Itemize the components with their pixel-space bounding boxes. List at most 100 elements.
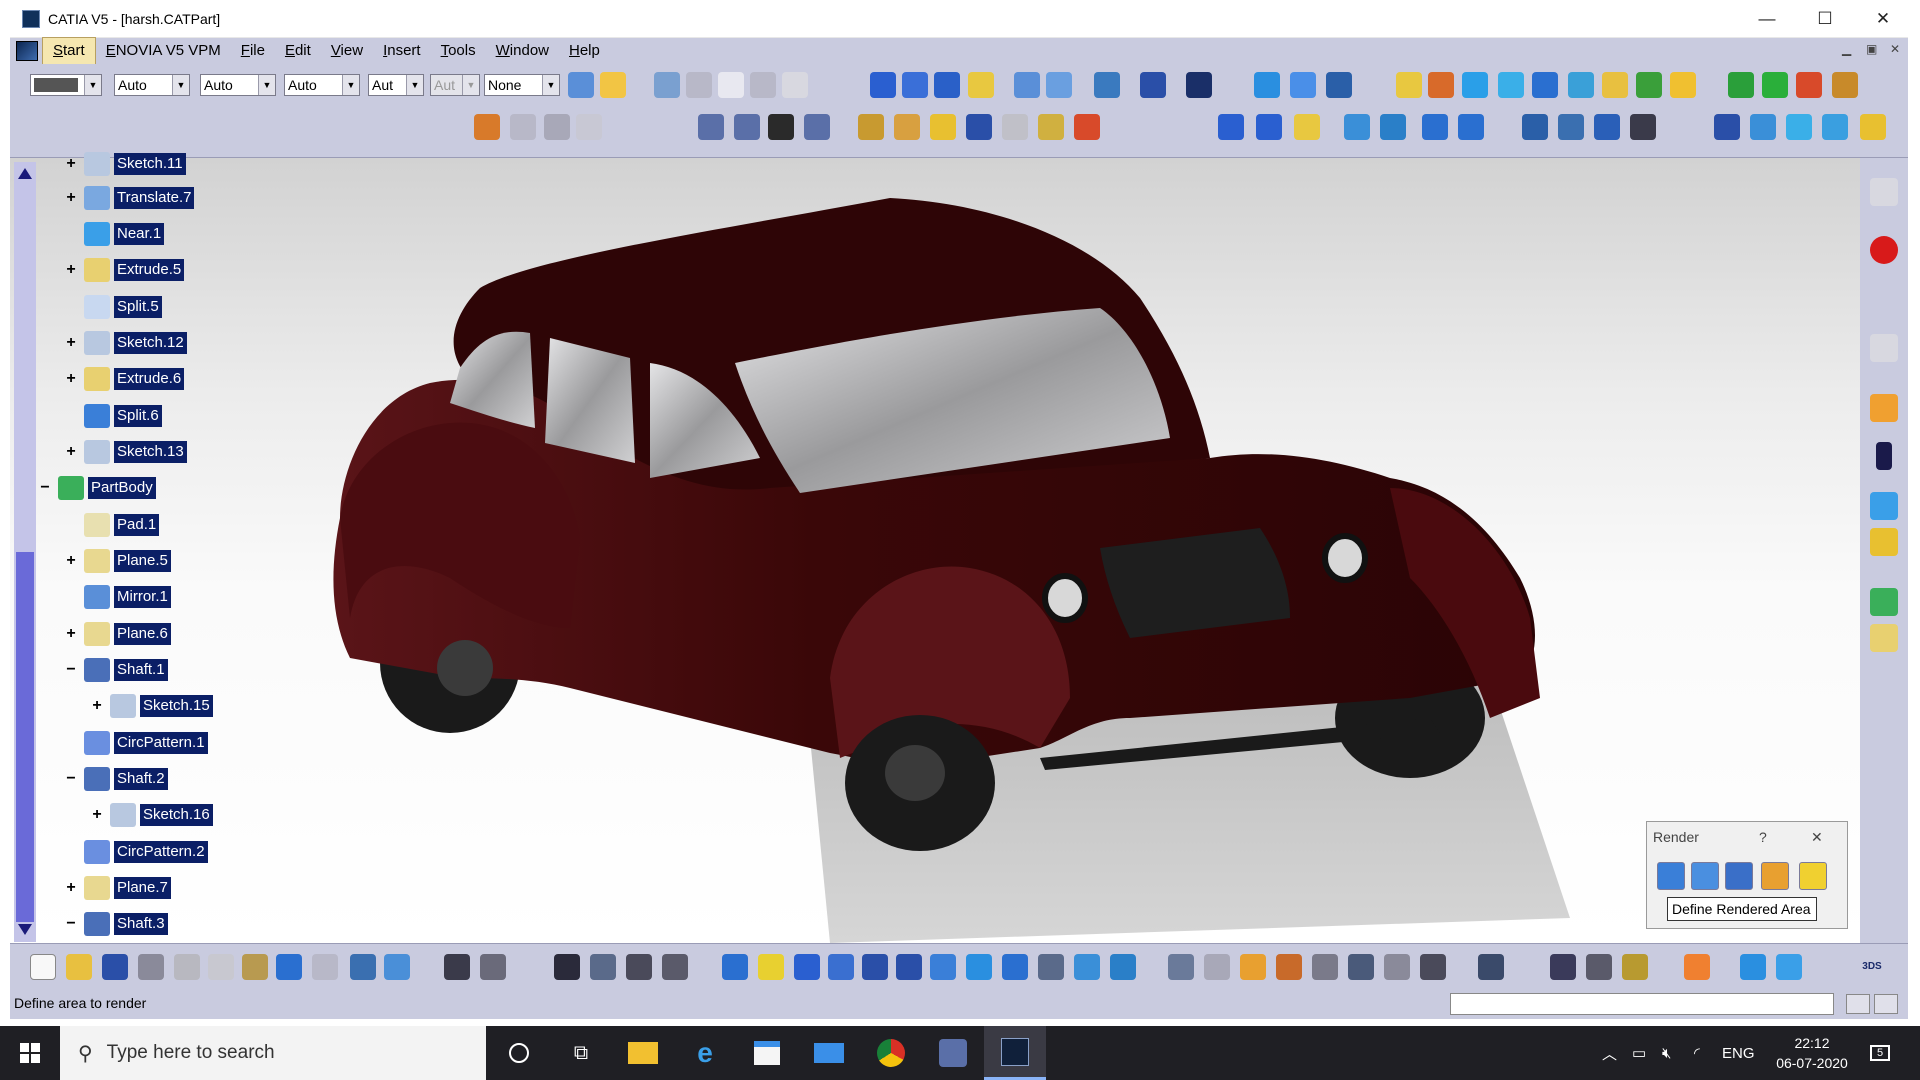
print-icon[interactable] — [138, 954, 164, 980]
revolve-icon[interactable] — [1046, 72, 1072, 98]
close-icon[interactable]: ✕ — [1811, 829, 1823, 846]
tree-node[interactable]: CircPattern.1 — [64, 729, 208, 757]
color-combo[interactable]: ▼ — [30, 74, 102, 96]
close-button[interactable]: ✕ — [1854, 0, 1912, 38]
tree-node[interactable]: + Sketch.15 — [90, 692, 213, 720]
volume-muted-icon[interactable]: 🔇︎ — [1662, 1026, 1671, 1080]
sketcher-icon[interactable] — [1870, 178, 1898, 206]
scan-icon[interactable] — [782, 72, 808, 98]
tree-node[interactable]: CircPattern.2 — [64, 838, 208, 866]
analysis-icon[interactable] — [718, 72, 744, 98]
edge-icon[interactable]: e — [674, 1026, 736, 1080]
expander-icon[interactable]: + — [64, 190, 78, 206]
linetype-combo[interactable]: Auto ▼ — [284, 74, 360, 96]
ruler-icon[interactable] — [1550, 954, 1576, 980]
exit-workbench-icon[interactable] — [1870, 236, 1898, 264]
text-replace-icon[interactable] — [734, 114, 760, 140]
measure-between-icon[interactable] — [1478, 954, 1504, 980]
tree-node[interactable]: + Extrude.5 — [64, 256, 185, 284]
cut-icon[interactable] — [174, 954, 200, 980]
undo-icon[interactable] — [276, 954, 302, 980]
expander-icon[interactable]: + — [64, 626, 78, 642]
material-icon[interactable] — [1276, 954, 1302, 980]
shooting-icon[interactable] — [1786, 114, 1812, 140]
redo-icon[interactable] — [312, 954, 338, 980]
rotate-view-icon[interactable] — [828, 954, 854, 980]
menu-start[interactable]: Start — [42, 37, 96, 65]
define-rendered-area-icon[interactable] — [1725, 862, 1753, 890]
whats-this-icon[interactable] — [350, 954, 376, 980]
scroll-up-icon[interactable] — [18, 168, 32, 179]
tree-node[interactable]: + Sketch.13 — [64, 438, 187, 466]
task-view-icon[interactable]: ⧉ — [550, 1026, 612, 1080]
mail-icon[interactable] — [798, 1026, 860, 1080]
store-icon[interactable] — [736, 1026, 798, 1080]
expander-icon[interactable]: + — [64, 880, 78, 896]
tree-node[interactable]: + Sketch.11 — [64, 150, 186, 178]
bottle-icon[interactable] — [1622, 954, 1648, 980]
tree-node[interactable]: + Plane.7 — [64, 874, 171, 902]
fillet-icon[interactable] — [1532, 72, 1558, 98]
minimize-button[interactable]: — — [1738, 0, 1796, 38]
line-create-icon[interactable] — [1256, 114, 1282, 140]
tree-node[interactable]: + Translate.7 — [64, 184, 195, 212]
box-icon[interactable] — [858, 114, 884, 140]
offset-icon[interactable] — [1602, 72, 1628, 98]
expander-icon[interactable] — [64, 300, 78, 314]
chevron-right-icon[interactable] — [1876, 442, 1892, 470]
text-abc-icon[interactable] — [804, 114, 830, 140]
power-input-field[interactable] — [1450, 993, 1834, 1015]
tree-node[interactable]: + Sketch.12 — [64, 329, 187, 357]
language-indicator[interactable]: ENG — [1722, 1026, 1755, 1080]
inertia-icon[interactable] — [750, 72, 776, 98]
multi-view-icon[interactable] — [966, 954, 992, 980]
tree-node[interactable]: − PartBody — [38, 474, 156, 502]
symmetry-icon[interactable] — [1796, 72, 1822, 98]
geometrical-set-icon[interactable] — [1870, 528, 1898, 556]
split-icon[interactable] — [1428, 72, 1454, 98]
light-source-icon[interactable] — [1168, 954, 1194, 980]
tree-node[interactable]: Split.5 — [64, 293, 162, 321]
rotate-icon[interactable] — [1762, 72, 1788, 98]
menu-insert[interactable]: Insert — [373, 38, 431, 64]
sphere-icon[interactable] — [1462, 72, 1488, 98]
catia-logo-icon[interactable] — [16, 41, 38, 61]
cylinder-icon[interactable] — [1498, 72, 1524, 98]
body-icon[interactable] — [1870, 588, 1898, 616]
blend-icon[interactable] — [1254, 72, 1280, 98]
render-style-combo[interactable]: Aut ▼ — [430, 74, 480, 96]
tangent-icon[interactable] — [576, 114, 602, 140]
spell-check-icon[interactable] — [698, 114, 724, 140]
environment-wall-icon[interactable] — [1420, 954, 1446, 980]
knowledge-icon[interactable] — [480, 954, 506, 980]
layer-combo[interactable]: None ▼ — [484, 74, 560, 96]
scroll-down-icon[interactable] — [18, 924, 32, 935]
light-icon[interactable] — [1822, 114, 1848, 140]
projection-icon[interactable] — [1344, 114, 1370, 140]
clock[interactable]: 22:12 06-07-2020 — [1768, 1026, 1856, 1080]
pad-icon[interactable] — [894, 114, 920, 140]
thickness-icon[interactable] — [1670, 72, 1696, 98]
join-icon[interactable] — [1186, 72, 1212, 98]
scroll-thumb[interactable] — [16, 552, 34, 922]
grid-icon[interactable] — [1594, 114, 1620, 140]
expander-icon[interactable]: − — [64, 916, 78, 932]
notification-icon[interactable]: 5 — [1870, 1026, 1890, 1080]
catalog-icon[interactable] — [590, 954, 616, 980]
open-icon[interactable] — [66, 954, 92, 980]
doc-restore-icon[interactable]: ▣ — [1866, 42, 1877, 56]
iso-view-icon[interactable] — [1002, 954, 1028, 980]
expander-icon[interactable]: + — [90, 807, 104, 823]
camera-icon[interactable] — [1348, 954, 1374, 980]
turntable-icon[interactable] — [1312, 954, 1338, 980]
line-normal-icon[interactable] — [510, 114, 536, 140]
tree-node[interactable]: Split.6 — [64, 402, 162, 430]
line-thickness-combo[interactable]: Auto ▼ — [200, 74, 276, 96]
chrome-icon[interactable] — [860, 1026, 922, 1080]
light-spot-icon[interactable] — [1384, 954, 1410, 980]
3d-viewport[interactable] — [10, 158, 1860, 943]
text-icon[interactable] — [768, 114, 794, 140]
file-explorer-icon[interactable] — [612, 1026, 674, 1080]
pattern-icon[interactable] — [1002, 114, 1028, 140]
cortana-icon[interactable] — [488, 1026, 550, 1080]
